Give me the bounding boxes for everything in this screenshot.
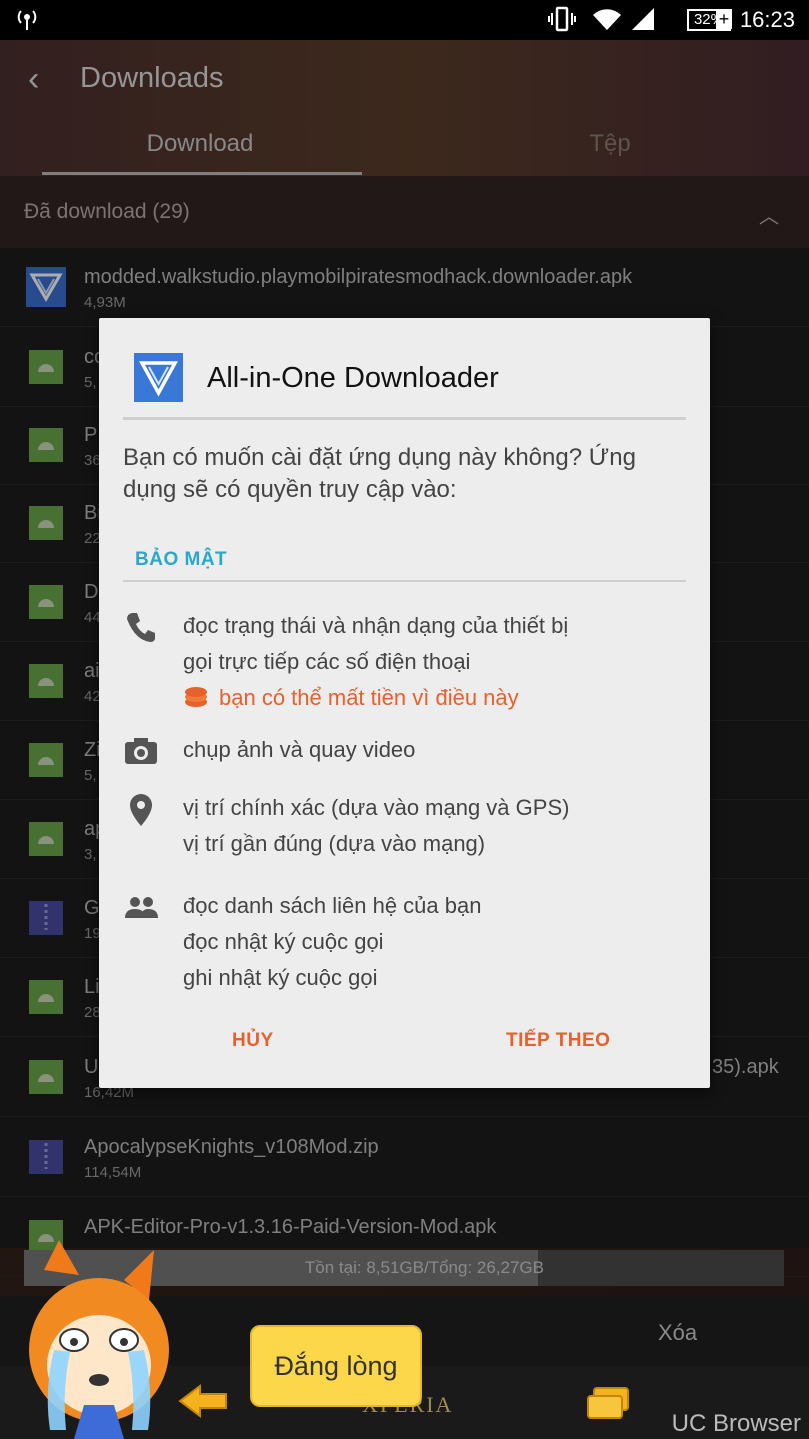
location-icon <box>130 794 152 826</box>
cancel-button[interactable]: HỦY <box>232 1030 274 1052</box>
dialog-app-name: All-in-One Downloader <box>207 362 499 394</box>
phone-icon <box>127 613 155 642</box>
permission-phone: đọc trạng thái và nhận dạng của thiết bị… <box>183 608 568 716</box>
permission-camera: chụp ảnh và quay video <box>183 732 415 768</box>
speech-bubble: Đắng lòng <box>250 1325 422 1407</box>
charging-icon: + <box>716 9 732 29</box>
camera-icon <box>125 738 157 764</box>
status-bar: 32% + 16:23 <box>0 0 809 40</box>
bubble-text: Đắng lòng <box>274 1351 398 1381</box>
permission-line: ghi nhật ký cuộc gọi <box>183 965 378 990</box>
permission-warning: bạn có thể mất tiền vì điều này <box>183 680 568 716</box>
permission-line: đọc nhật ký cuộc gọi <box>183 929 384 954</box>
tabs-icon[interactable] <box>586 1386 630 1420</box>
aio-app-icon <box>134 353 183 402</box>
permission-line: chụp ảnh và quay video <box>183 737 416 762</box>
install-dialog: All-in-One Downloader Bạn có muốn cài đặ… <box>99 318 710 1088</box>
back-arrow-icon[interactable] <box>178 1384 228 1418</box>
permission-location: vị trí chính xác (dựa vào mạng và GPS) v… <box>183 790 569 862</box>
permission-line: đọc trạng thái và nhận dạng của thiết bị <box>183 613 569 638</box>
permission-line: gọi trực tiếp các số điện thoại <box>183 649 471 674</box>
divider <box>123 580 686 582</box>
app-root: 32% + 16:23 ‹ Downloads Download Tệp Đã … <box>0 0 809 1439</box>
vibrate-icon <box>548 6 576 38</box>
wifi-icon <box>592 6 622 38</box>
permission-line: vị trí gần đúng (dựa vào mạng) <box>183 831 486 856</box>
crying-squirrel-mascot-icon <box>29 1240 169 1439</box>
next-button[interactable]: TIẾP THEO <box>506 1030 610 1052</box>
coins-icon <box>185 687 207 707</box>
contacts-icon <box>125 897 158 918</box>
cell-signal-icon <box>630 6 656 38</box>
uc-browser-brand: UC Browser <box>671 1410 801 1437</box>
install-question: Bạn có muốn cài đặt ứng dụng này không? … <box>123 444 636 503</box>
warning-text: bạn có thể mất tiền vì điều này <box>219 685 519 710</box>
divider <box>123 417 686 420</box>
signal-broadcast-icon <box>14 6 40 38</box>
clock: 16:23 <box>739 7 795 32</box>
security-section-label: BẢO MẬT <box>135 549 228 570</box>
permission-line: đọc danh sách liên hệ của bạn <box>183 893 482 918</box>
permission-contacts: đọc danh sách liên hệ của bạn đọc nhật k… <box>183 888 481 996</box>
permission-line: vị trí chính xác (dựa vào mạng và GPS) <box>183 795 570 820</box>
